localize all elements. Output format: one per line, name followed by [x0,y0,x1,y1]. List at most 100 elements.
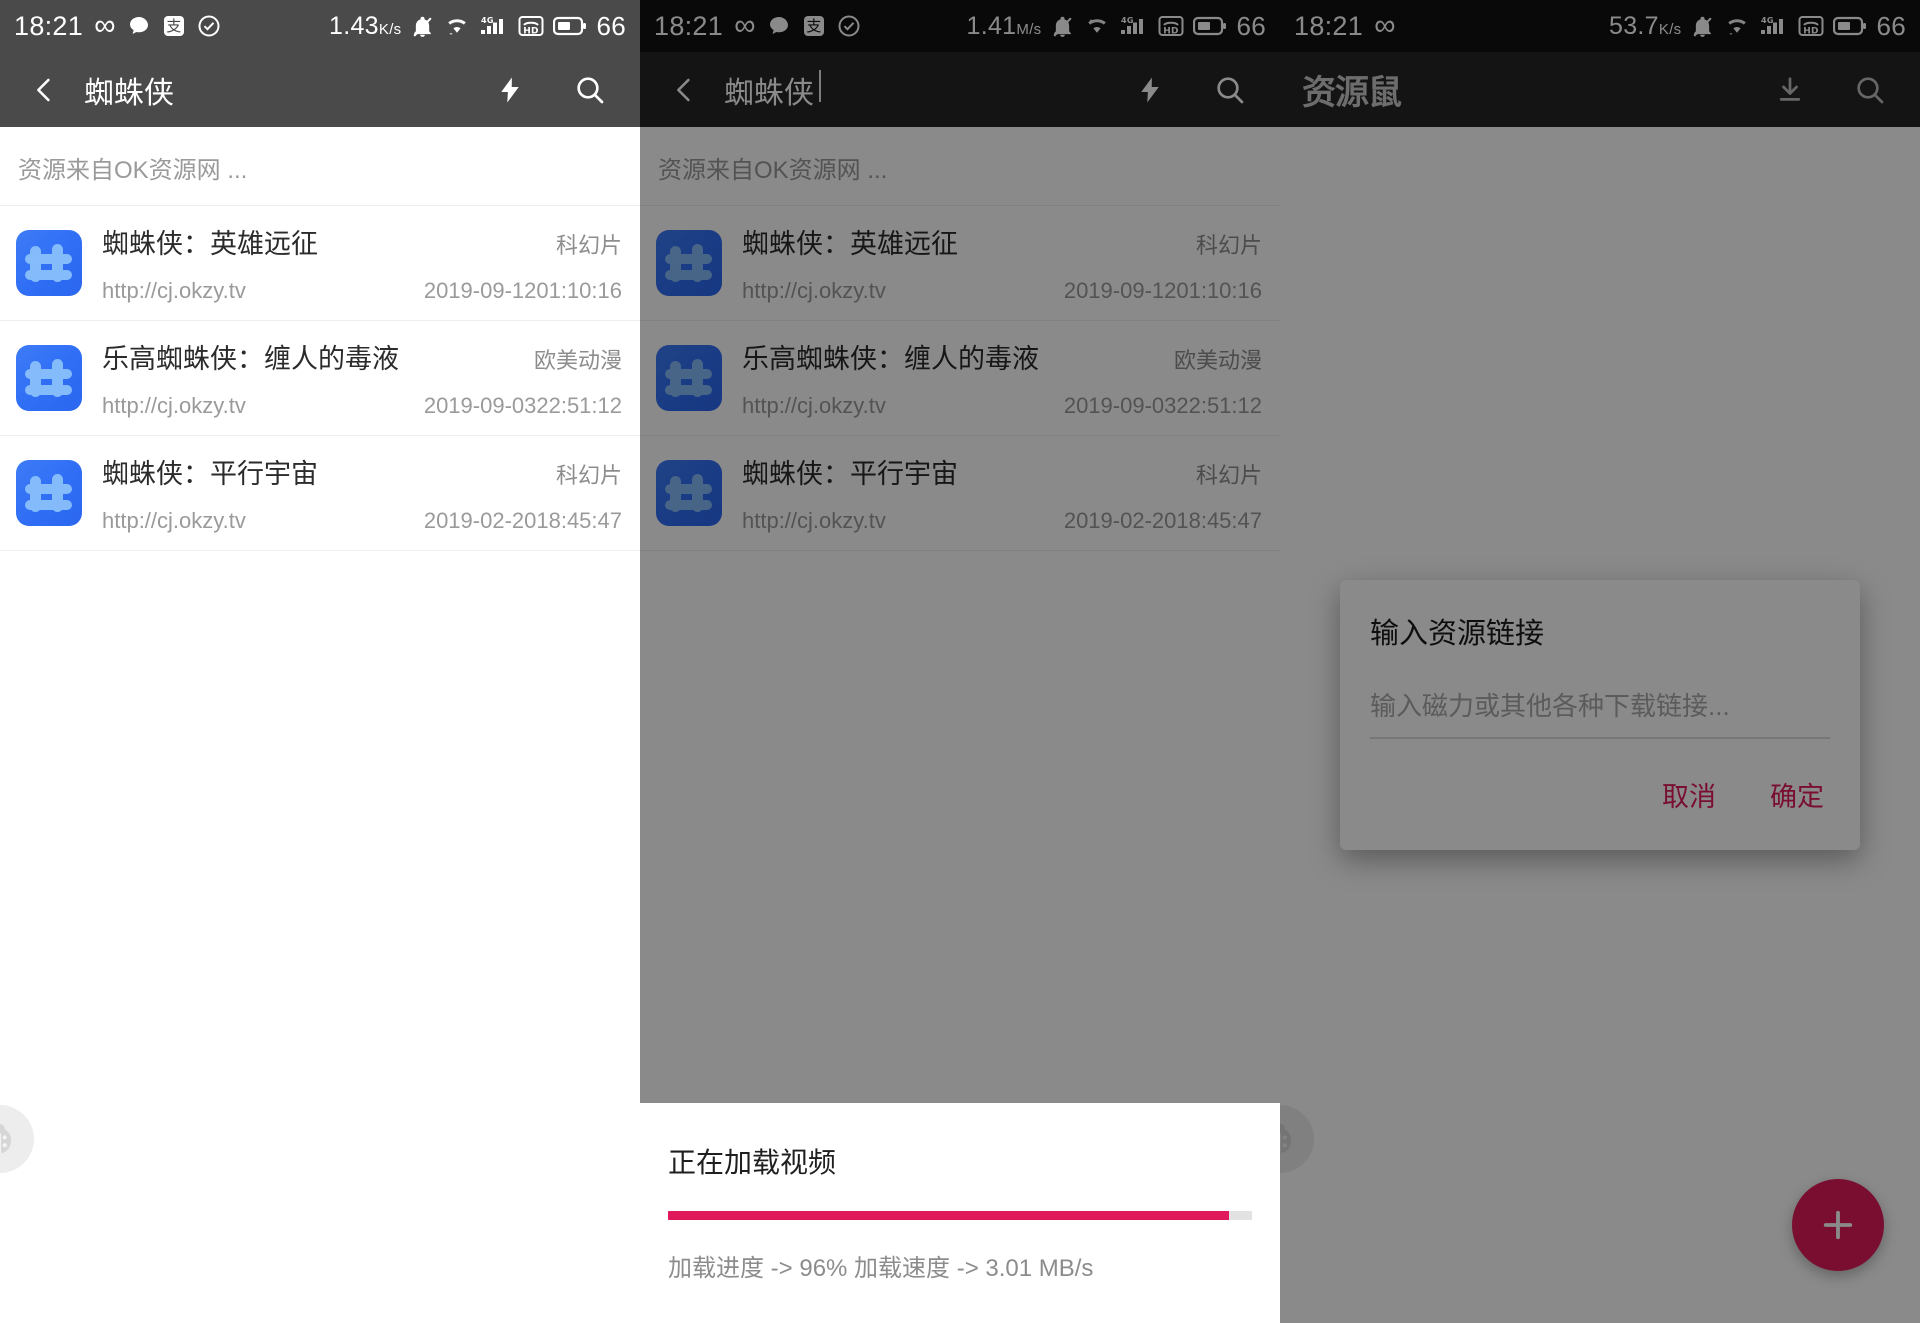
ladybug-icon[interactable] [0,1105,34,1173]
infinity-icon: ∞ [734,9,756,42]
add-link-fab[interactable] [1792,1179,1884,1271]
svg-text:支: 支 [806,17,821,35]
svg-text:4G: 4G [1761,16,1774,25]
toolbar-1: 蜘蛛侠 [0,52,640,127]
battery-icon [553,15,587,37]
svg-text:4G: 4G [1121,16,1134,25]
item-url: http://cj.okzy.tv [102,278,246,303]
check-circle-icon [197,14,221,38]
back-button[interactable] [18,64,70,116]
input-link-dialog: 输入资源链接 输入磁力或其他各种下载链接... 取消 确定 [1340,580,1860,850]
battery-level: 66 [596,10,626,41]
item-category: 欧美动漫 [533,348,622,373]
flash-icon[interactable] [488,68,532,112]
check-circle-icon [837,14,861,38]
loading-meta: 加载进度 -> 96% 加载速度 -> 3.01 MB/s [668,1255,1094,1282]
item-date: 2019-02-2018:45:47 [423,508,622,533]
battery-icon [1833,15,1867,37]
mute-icon [1050,14,1075,39]
loading-sheet: 正在加载视频 加载进度 -> 96% 加载速度 -> 3.01 MB/s [640,1103,1280,1323]
battery-level: 66 [1876,10,1906,41]
signal-4g-icon: 4G [479,14,509,38]
source-note: 资源来自OK资源网 ... [18,157,248,184]
status-time: 18:21 [14,10,84,41]
status-bar-3: 18:21 ∞ 53.7 K/s 4G HD 66 [1280,0,1920,52]
network-speed: 53.7 K/s [1609,11,1682,40]
item-title: 乐高蜘蛛侠：缠人的毒液 [102,344,399,374]
signal-4g-icon: 4G [1119,14,1149,38]
infinity-icon: ∞ [1374,9,1396,42]
svg-text:HD: HD [524,27,540,37]
app-resource-icon [656,345,722,411]
list-item[interactable]: 蜘蛛侠：英雄远征 科幻片 http://cj.okzy.tv 2019-09-1… [0,206,640,320]
confirm-button[interactable]: 确定 [1764,765,1830,824]
hd-call-icon: HD [518,14,544,38]
item-date: 2019-02-2018:45:47 [1063,508,1262,533]
search-icon[interactable] [1848,68,1892,112]
svg-text:支: 支 [166,17,181,35]
item-url: http://cj.okzy.tv [102,393,246,418]
search-icon[interactable] [568,68,612,112]
search-input[interactable]: 蜘蛛侠 [724,68,821,112]
flash-icon[interactable] [1128,68,1172,112]
infinity-icon: ∞ [94,9,116,42]
search-query-title[interactable]: 蜘蛛侠 [84,68,174,112]
battery-level: 66 [1236,10,1266,41]
cancel-button[interactable]: 取消 [1656,765,1722,824]
dialog-title: 输入资源链接 [1370,618,1545,650]
download-icon[interactable] [1768,68,1812,112]
item-category: 科幻片 [1195,233,1262,258]
svg-text:4G: 4G [481,16,494,25]
status-time: 18:21 [1294,10,1364,41]
network-speed: 1.41 M/s [966,11,1042,40]
three-panel-screenshot: 18:21 ∞ 支 1.43 K/s 4G HD 66 蜘蛛侠 资源来自OK资源… [0,0,1920,1323]
progress-bar [668,1211,1252,1220]
status-bar-1: 18:21 ∞ 支 1.43 K/s 4G HD 66 [0,0,640,52]
back-button[interactable] [658,64,710,116]
svg-text:HD: HD [1804,27,1820,37]
chat-bubble-icon [127,14,151,38]
chat-bubble-icon [767,14,791,38]
status-time: 18:21 [654,10,724,41]
item-title: 蜘蛛侠：平行宇宙 [102,459,318,489]
item-date: 2019-09-1201:10:16 [1063,278,1262,303]
item-url: http://cj.okzy.tv [102,508,246,533]
list-item[interactable]: 乐高蜘蛛侠：缠人的毒液 欧美动漫 http://cj.okzy.tv 2019-… [0,321,640,435]
item-title: 乐高蜘蛛侠：缠人的毒液 [742,344,1039,374]
mute-icon [1690,14,1715,39]
progress-bar-fill [668,1211,1229,1220]
panel-add-link-dialog: 18:21 ∞ 53.7 K/s 4G HD 66 资源鼠 输入资源链接 输入磁… [1280,0,1920,1323]
toolbar-3: 资源鼠 [1280,52,1920,127]
list-item[interactable]: 蜘蛛侠：平行宇宙 科幻片 http://cj.okzy.tv 2019-02-2… [0,436,640,550]
item-category: 科幻片 [555,463,622,488]
list-item[interactable]: 蜘蛛侠：英雄远征 科幻片 http://cj.okzy.tv 2019-09-1… [640,206,1280,320]
app-logo: 资源鼠 [1302,73,1402,113]
divider [640,550,1280,551]
network-speed: 1.43 K/s [329,11,402,40]
item-title: 蜘蛛侠：英雄远征 [742,229,958,259]
app-resource-icon [16,230,82,296]
item-url: http://cj.okzy.tv [742,278,886,303]
app-resource-icon [656,230,722,296]
divider [0,550,640,551]
hd-call-icon: HD [1158,14,1184,38]
item-title: 蜘蛛侠：平行宇宙 [742,459,958,489]
list-item[interactable]: 蜘蛛侠：平行宇宙 科幻片 http://cj.okzy.tv 2019-02-2… [640,436,1280,550]
alipay-icon: 支 [162,14,186,38]
source-note: 资源来自OK资源网 ... [658,157,888,184]
svg-text:HD: HD [1164,27,1180,37]
alipay-icon: 支 [802,14,826,38]
list-item[interactable]: 乐高蜘蛛侠：缠人的毒液 欧美动漫 http://cj.okzy.tv 2019-… [640,321,1280,435]
link-input[interactable]: 输入磁力或其他各种下载链接... [1370,686,1830,739]
wifi-icon [1084,14,1110,38]
item-category: 科幻片 [1195,463,1262,488]
status-bar-2: 18:21 ∞ 支 1.41 M/s 4G HD 66 [640,0,1280,52]
app-resource-icon [16,460,82,526]
toolbar-2: 蜘蛛侠 [640,52,1280,127]
wifi-icon [444,14,470,38]
item-category: 欧美动漫 [1173,348,1262,373]
item-url: http://cj.okzy.tv [742,393,886,418]
panel-loading-video: 18:21 ∞ 支 1.41 M/s 4G HD 66 蜘蛛侠 资源来自OK资源… [640,0,1280,1323]
search-icon[interactable] [1208,68,1252,112]
item-date: 2019-09-0322:51:12 [423,393,622,418]
